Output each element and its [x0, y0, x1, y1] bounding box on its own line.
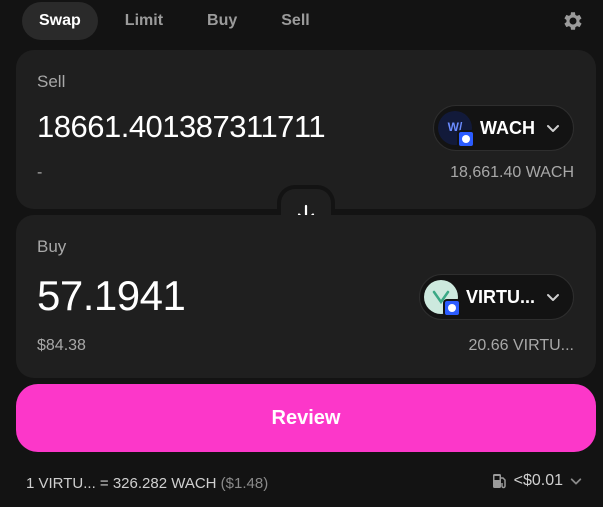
virtu-token-logo	[423, 280, 461, 317]
fuel-pump-icon	[492, 474, 506, 489]
chain-badge-icon	[457, 130, 475, 148]
sell-token-symbol: WACH	[480, 117, 535, 138]
sell-token-selector[interactable]: W/ WACH	[433, 105, 574, 151]
exchange-rate[interactable]: 1 VIRTU... = 326.282 WACH ($1.48)	[26, 475, 268, 492]
review-button[interactable]: Review	[16, 384, 596, 452]
sell-label: Sell	[37, 72, 66, 91]
sell-usd-value: -	[37, 164, 43, 181]
buy-usd-value: $84.38	[37, 337, 86, 354]
swap-tabs: Swap Limit Buy Sell	[22, 0, 337, 42]
tab-buy[interactable]: Buy	[190, 2, 254, 40]
buy-label: Buy	[37, 237, 67, 256]
buy-token-selector[interactable]: VIRTU...	[418, 274, 574, 320]
buy-balance: 20.66 VIRTU...	[468, 337, 574, 354]
chain-badge-icon	[442, 299, 461, 317]
chevron-down-icon	[547, 125, 559, 132]
tab-limit[interactable]: Limit	[108, 2, 180, 40]
exchange-rate-text: 1 VIRTU... = 326.282 WACH	[26, 475, 217, 492]
chevron-down-icon	[570, 478, 582, 485]
tab-swap[interactable]: Swap	[22, 2, 98, 40]
sell-balance: 18,661.40 WACH	[450, 164, 574, 181]
wach-token-logo: W/	[438, 111, 475, 148]
tab-sell[interactable]: Sell	[264, 2, 326, 40]
sell-amount-input[interactable]: 18661.401387311711	[37, 109, 326, 145]
buy-amount-input[interactable]: 57.1941	[37, 272, 186, 320]
gas-fee-toggle[interactable]: <$0.01	[490, 472, 583, 490]
chevron-down-icon	[547, 294, 559, 301]
buy-panel: Buy 57.1941 VIRTU... $84.38 20.66 VIRTU.…	[16, 215, 596, 378]
gas-fee-value: <$0.01	[513, 472, 563, 489]
buy-token-symbol: VIRTU...	[465, 286, 535, 307]
exchange-rate-usd: ($1.48)	[220, 475, 269, 492]
gear-icon[interactable]	[561, 9, 585, 33]
